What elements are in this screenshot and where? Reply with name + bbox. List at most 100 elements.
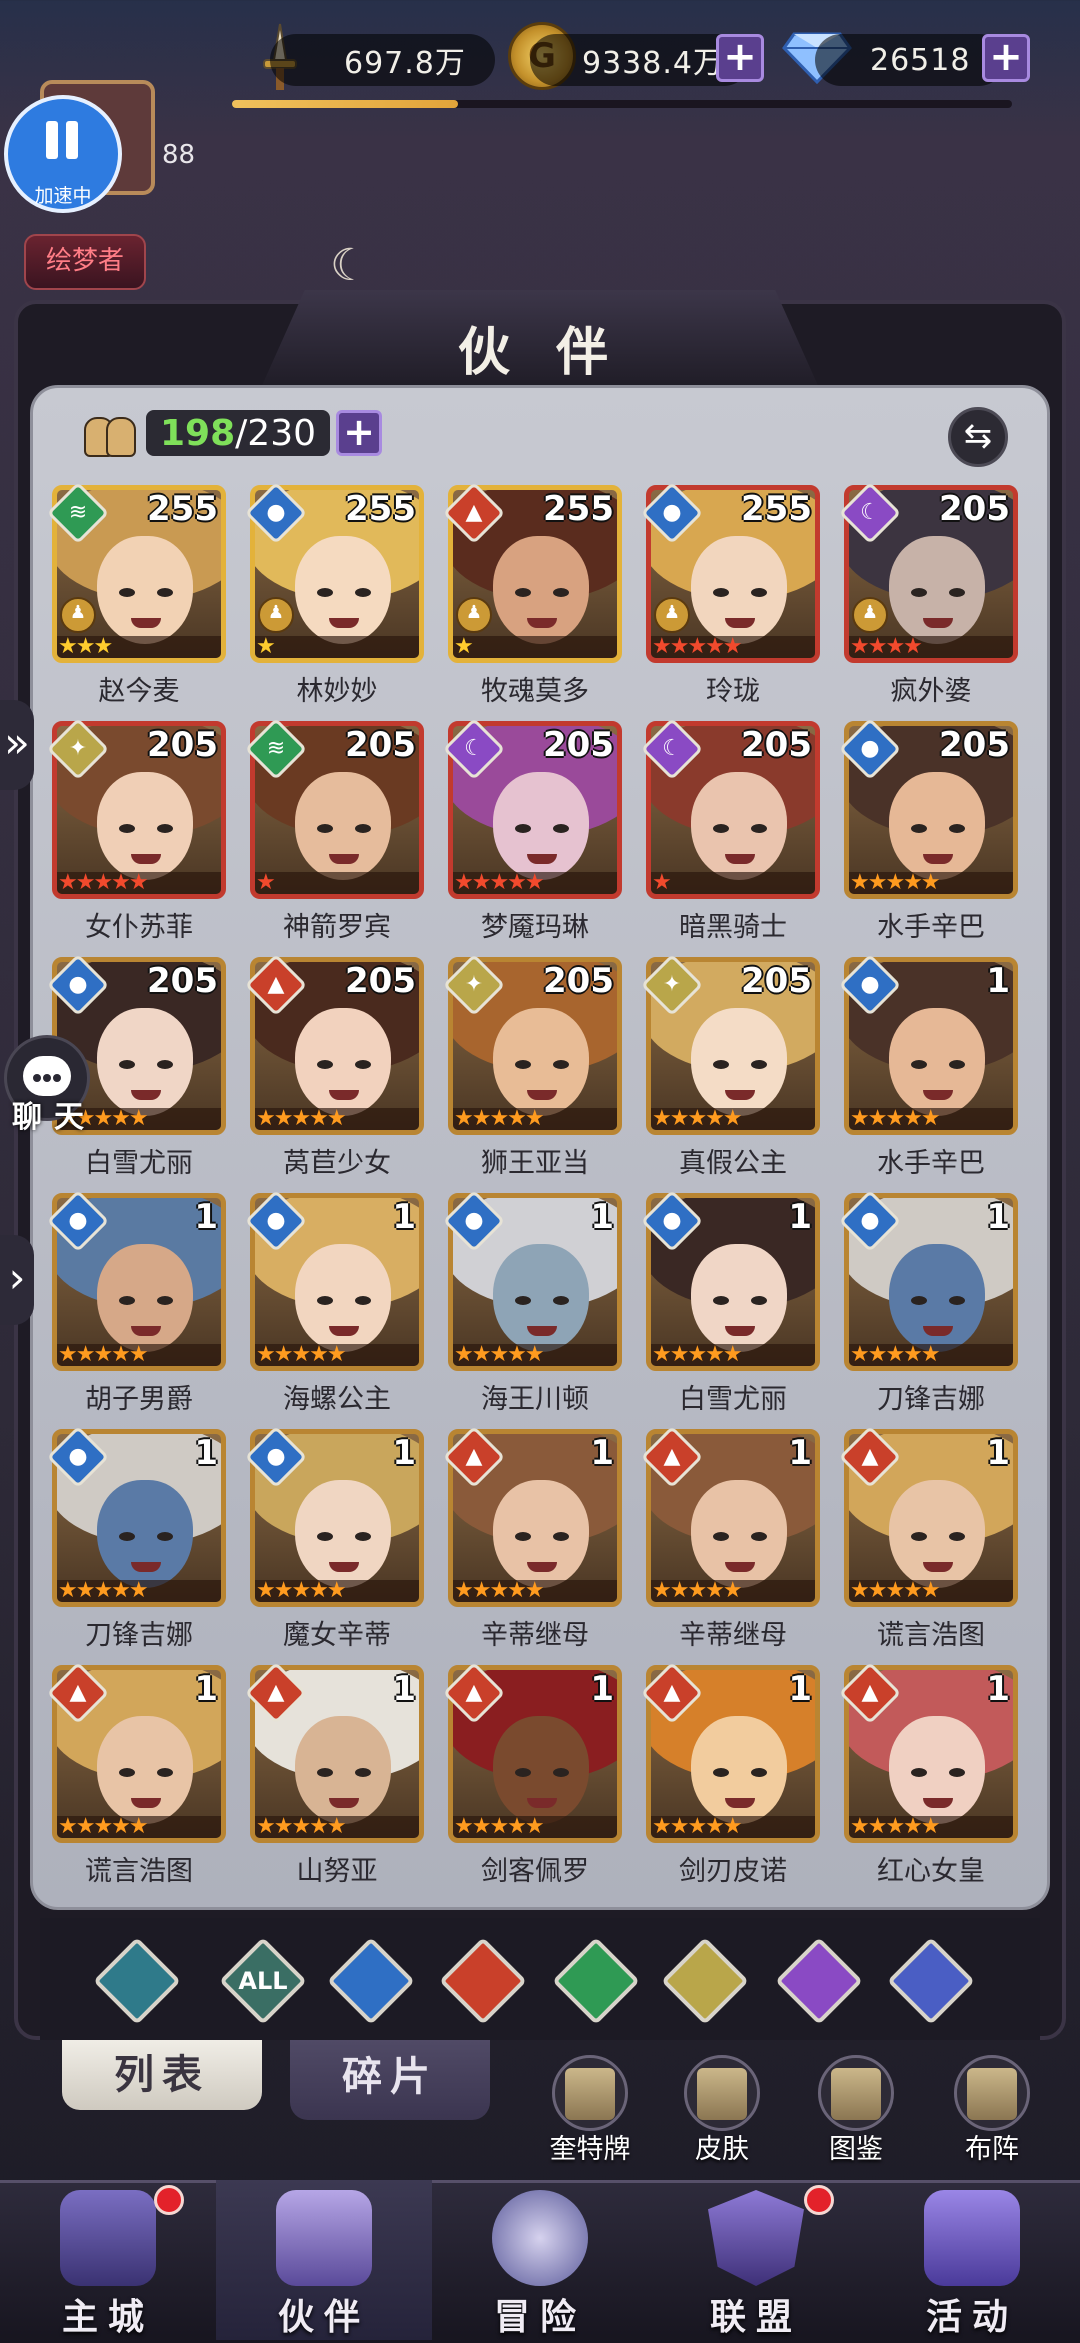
nav-main-city-label: 主城 (61, 2296, 154, 2338)
element-glyph: ≋ (68, 500, 88, 525)
element-glyph: ● (266, 1208, 286, 1233)
sort-swap-button[interactable]: ⇆ (948, 407, 1008, 467)
hero-card[interactable]: ☾ 205 ★ 暗黑骑士 (640, 717, 820, 943)
witch-hat-icon (276, 2190, 372, 2286)
filter-cosmos-icon[interactable] (887, 1937, 975, 2025)
hero-card[interactable]: ● 1 ★★★★★ 魔女辛蒂 (244, 1425, 424, 1651)
add-gem-button[interactable]: + (982, 34, 1030, 82)
nav-main-city[interactable]: 主城 (0, 2180, 216, 2340)
partner-count-max: /230 (235, 412, 316, 454)
alliance-notification-dot (804, 2185, 834, 2215)
hero-name: 辛蒂继母 (679, 1620, 787, 1651)
element-glyph: ● (266, 1444, 286, 1469)
element-glyph: ● (68, 972, 88, 997)
hero-stars: ★★★★★ (58, 1342, 149, 1367)
hero-card[interactable]: ● 255 ♟ ★ 林妙妙 (244, 481, 424, 707)
hero-card[interactable]: ▲ 1 ★★★★★ 辛蒂继母 (640, 1425, 820, 1651)
element-glyph: ● (266, 500, 286, 525)
tab-list[interactable]: 列表 (62, 2040, 262, 2110)
hero-card[interactable]: ● 1 ★★★★★ 水手辛巴 (838, 953, 1018, 1179)
element-glyph: ● (68, 1444, 88, 1469)
hero-level: 205 (543, 961, 614, 1001)
hero-stars: ★★★★★ (652, 634, 743, 659)
hero-stars: ★★★★★ (256, 1814, 347, 1839)
hero-stars: ★ (652, 870, 672, 895)
hero-card[interactable]: ✦ 205 ★★★★★ 真假公主 (640, 953, 820, 1179)
nav-adventure[interactable]: 冒险 (432, 2180, 648, 2340)
hero-card[interactable]: ▲ 1 ★★★★★ 剑刃皮诺 (640, 1661, 820, 1887)
main-city-notification-dot (154, 2185, 184, 2215)
hero-card[interactable]: ● 1 ★★★★★ 海王川顿 (442, 1189, 622, 1415)
add-gold-button[interactable]: + (716, 34, 764, 82)
tab-fragments[interactable]: 碎片 (290, 2040, 490, 2120)
formation-label: 布阵 (965, 2134, 1019, 2165)
hero-card[interactable]: ≋ 255 ♟ ★★★ 赵今麦 (46, 481, 226, 707)
filter-dark-icon[interactable] (775, 1937, 863, 2025)
chess-pawn-icon: ♟ (258, 597, 294, 633)
hero-card[interactable]: ▲ 255 ♟ ★ 牧魂莫多 (442, 481, 622, 707)
codex-button[interactable]: 图鉴 (796, 2055, 916, 2185)
hero-card[interactable]: ☾ 205 ★★★★★ 梦魇玛琳 (442, 717, 622, 943)
nav-partners[interactable]: 伙伴 (216, 2180, 432, 2340)
filter-light-icon[interactable] (661, 1937, 749, 2025)
hero-card[interactable]: ● 1 ★★★★★ 胡子男爵 (46, 1189, 226, 1415)
hero-card[interactable]: ▲ 1 ★★★★★ 谎言浩图 (46, 1661, 226, 1887)
hero-card[interactable]: ▲ 1 ★★★★★ 辛蒂继母 (442, 1425, 622, 1651)
chess-pawn-icon: ♟ (456, 597, 492, 633)
hero-card[interactable]: ▲ 1 ★★★★★ 剑客佩罗 (442, 1661, 622, 1887)
hero-level: 205 (147, 961, 218, 1001)
hero-card[interactable]: ● 1 ★★★★★ 白雪尤丽 (640, 1189, 820, 1415)
hero-card[interactable]: ▲ 1 ★★★★★ 红心女皇 (838, 1661, 1018, 1887)
compass-icon (492, 2190, 588, 2286)
hero-level: 205 (345, 725, 416, 765)
filter-water-icon[interactable] (327, 1937, 415, 2025)
partner-count-have: 198 (160, 412, 236, 454)
hero-card[interactable]: ▲ 1 ★★★★★ 山努亚 (244, 1661, 424, 1887)
hero-card[interactable]: ▲ 1 ★★★★★ 谎言浩图 (838, 1425, 1018, 1651)
hero-card[interactable]: ▲ 205 ★★★★★ 莴苣少女 (244, 953, 424, 1179)
hero-card[interactable]: ● 1 ★★★★★ 刀锋吉娜 (46, 1425, 226, 1651)
player-title-badge[interactable]: 绘梦者 (24, 234, 146, 290)
chat-label[interactable]: 聊天 (12, 1092, 96, 1136)
partners-icon (82, 409, 140, 457)
filter-rank-icon[interactable] (93, 1937, 181, 2025)
hero-stars: ★★★★★ (850, 1578, 941, 1603)
hero-level: 1 (986, 1197, 1010, 1237)
hero-name: 谎言浩图 (877, 1620, 985, 1651)
hero-level: 1 (788, 1433, 812, 1473)
hero-card[interactable]: ≋ 205 ★ 神箭罗宾 (244, 717, 424, 943)
hero-name: 剑刃皮诺 (679, 1856, 787, 1887)
hero-stars: ★★★★★ (850, 870, 941, 895)
cards-icon (924, 2190, 1020, 2286)
element-glyph: ● (662, 1208, 682, 1233)
codex-icon (831, 2068, 881, 2120)
tarot-cards-button[interactable]: 奎特牌 (530, 2055, 650, 2185)
hero-card[interactable]: ✦ 205 ★★★★★ 女仆苏菲 (46, 717, 226, 943)
hero-level: 1 (986, 1433, 1010, 1473)
hero-name: 辛蒂继母 (481, 1620, 589, 1651)
hero-card[interactable]: ● 205 ★★★★★ 水手辛巴 (838, 717, 1018, 943)
skins-button[interactable]: 皮肤 (662, 2055, 782, 2185)
filter-all-icon[interactable]: ALL (219, 1937, 307, 2025)
left-expand-chevron[interactable]: › (0, 1235, 34, 1325)
hero-level: 1 (392, 1197, 416, 1237)
filter-label (442, 1940, 524, 2022)
hero-card[interactable]: ● 255 ♟ ★★★★★ 玲珑 (640, 481, 820, 707)
hero-stars: ★★★★★ (256, 1106, 347, 1131)
expand-capacity-button[interactable]: + (336, 410, 382, 456)
nav-events[interactable]: 活动 (864, 2180, 1080, 2340)
hero-card[interactable]: ● 1 ★★★★★ 海螺公主 (244, 1189, 424, 1415)
element-glyph: ☾ (464, 736, 484, 761)
filter-label (664, 1940, 746, 2022)
hero-stars: ★★★★★ (256, 1578, 347, 1603)
filter-wind-icon[interactable] (552, 1937, 640, 2025)
nav-events-label: 活动 (925, 2296, 1018, 2338)
hero-card[interactable]: ● 1 ★★★★★ 刀锋吉娜 (838, 1189, 1018, 1415)
formation-button[interactable]: 布阵 (932, 2055, 1052, 2185)
filter-fire-icon[interactable] (439, 1937, 527, 2025)
hero-card[interactable]: ☾ 205 ♟ ★★★★ 疯外婆 (838, 481, 1018, 707)
speed-up-bubble[interactable]: 加速中 (4, 95, 122, 213)
left-expand-chevron-top[interactable]: » (0, 700, 34, 790)
filter-label (555, 1940, 637, 2022)
hero-card[interactable]: ✦ 205 ★★★★★ 狮王亚当 (442, 953, 622, 1179)
